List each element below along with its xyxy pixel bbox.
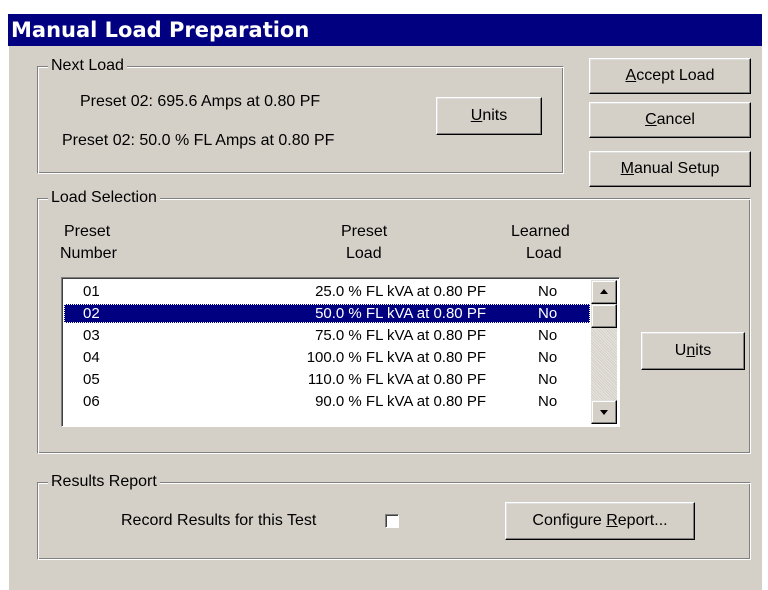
cancel-button[interactable]: Cancel xyxy=(589,102,751,138)
header-learned-load-1: Learned xyxy=(511,223,570,240)
record-results-label: Record Results for this Test xyxy=(121,512,317,529)
scroll-down-button[interactable] xyxy=(591,400,617,424)
scroll-thumb[interactable] xyxy=(591,304,617,328)
list-item-selected[interactable]: 02 50.0 % FL kVA at 0.80 PF No xyxy=(64,304,590,323)
header-preset-load-1: Preset xyxy=(341,223,388,240)
list-item[interactable]: 04 100.0 % FL kVA at 0.80 PF No xyxy=(64,348,590,367)
load-selection-legend: Load Selection xyxy=(48,189,160,207)
next-load-units-button[interactable]: Units xyxy=(436,97,542,135)
preset-list[interactable]: 01 25.0 % FL kVA at 0.80 PF No 02 50.0 % FL… xyxy=(61,277,620,427)
window-title: Manual Load Preparation xyxy=(8,14,762,46)
list-item[interactable]: 06 90.0 % FL kVA at 0.80 PF No xyxy=(64,392,590,411)
scroll-up-button[interactable] xyxy=(591,280,617,304)
accept-load-button[interactable]: Accept Load xyxy=(589,58,751,94)
next-load-amps: Preset 02: 695.6 Amps at 0.80 PF xyxy=(80,93,321,110)
header-preset-number-1: Preset xyxy=(64,223,111,240)
list-item[interactable]: 03 75.0 % FL kVA at 0.80 PF No xyxy=(64,326,590,345)
header-learned-load-2: Load xyxy=(526,245,562,262)
configure-report-button[interactable]: Configure Report... xyxy=(505,502,695,540)
next-load-legend: Next Load xyxy=(48,57,127,75)
list-scrollbar[interactable] xyxy=(591,280,617,424)
triangle-up-icon xyxy=(600,289,608,294)
header-preset-load-2: Load xyxy=(346,245,382,262)
load-selection-units-button[interactable]: Units xyxy=(641,332,745,370)
next-load-percent: Preset 02: 50.0 % FL Amps at 0.80 PF xyxy=(62,132,335,149)
triangle-down-icon xyxy=(600,410,608,415)
header-preset-number-2: Number xyxy=(60,245,117,262)
manual-setup-button[interactable]: Manual Setup xyxy=(589,151,751,187)
list-item[interactable]: 05 110.0 % FL kVA at 0.80 PF No xyxy=(64,370,590,389)
results-report-legend: Results Report xyxy=(48,473,160,491)
list-item[interactable]: 01 25.0 % FL kVA at 0.80 PF No xyxy=(64,282,590,301)
record-results-checkbox[interactable] xyxy=(385,514,399,528)
